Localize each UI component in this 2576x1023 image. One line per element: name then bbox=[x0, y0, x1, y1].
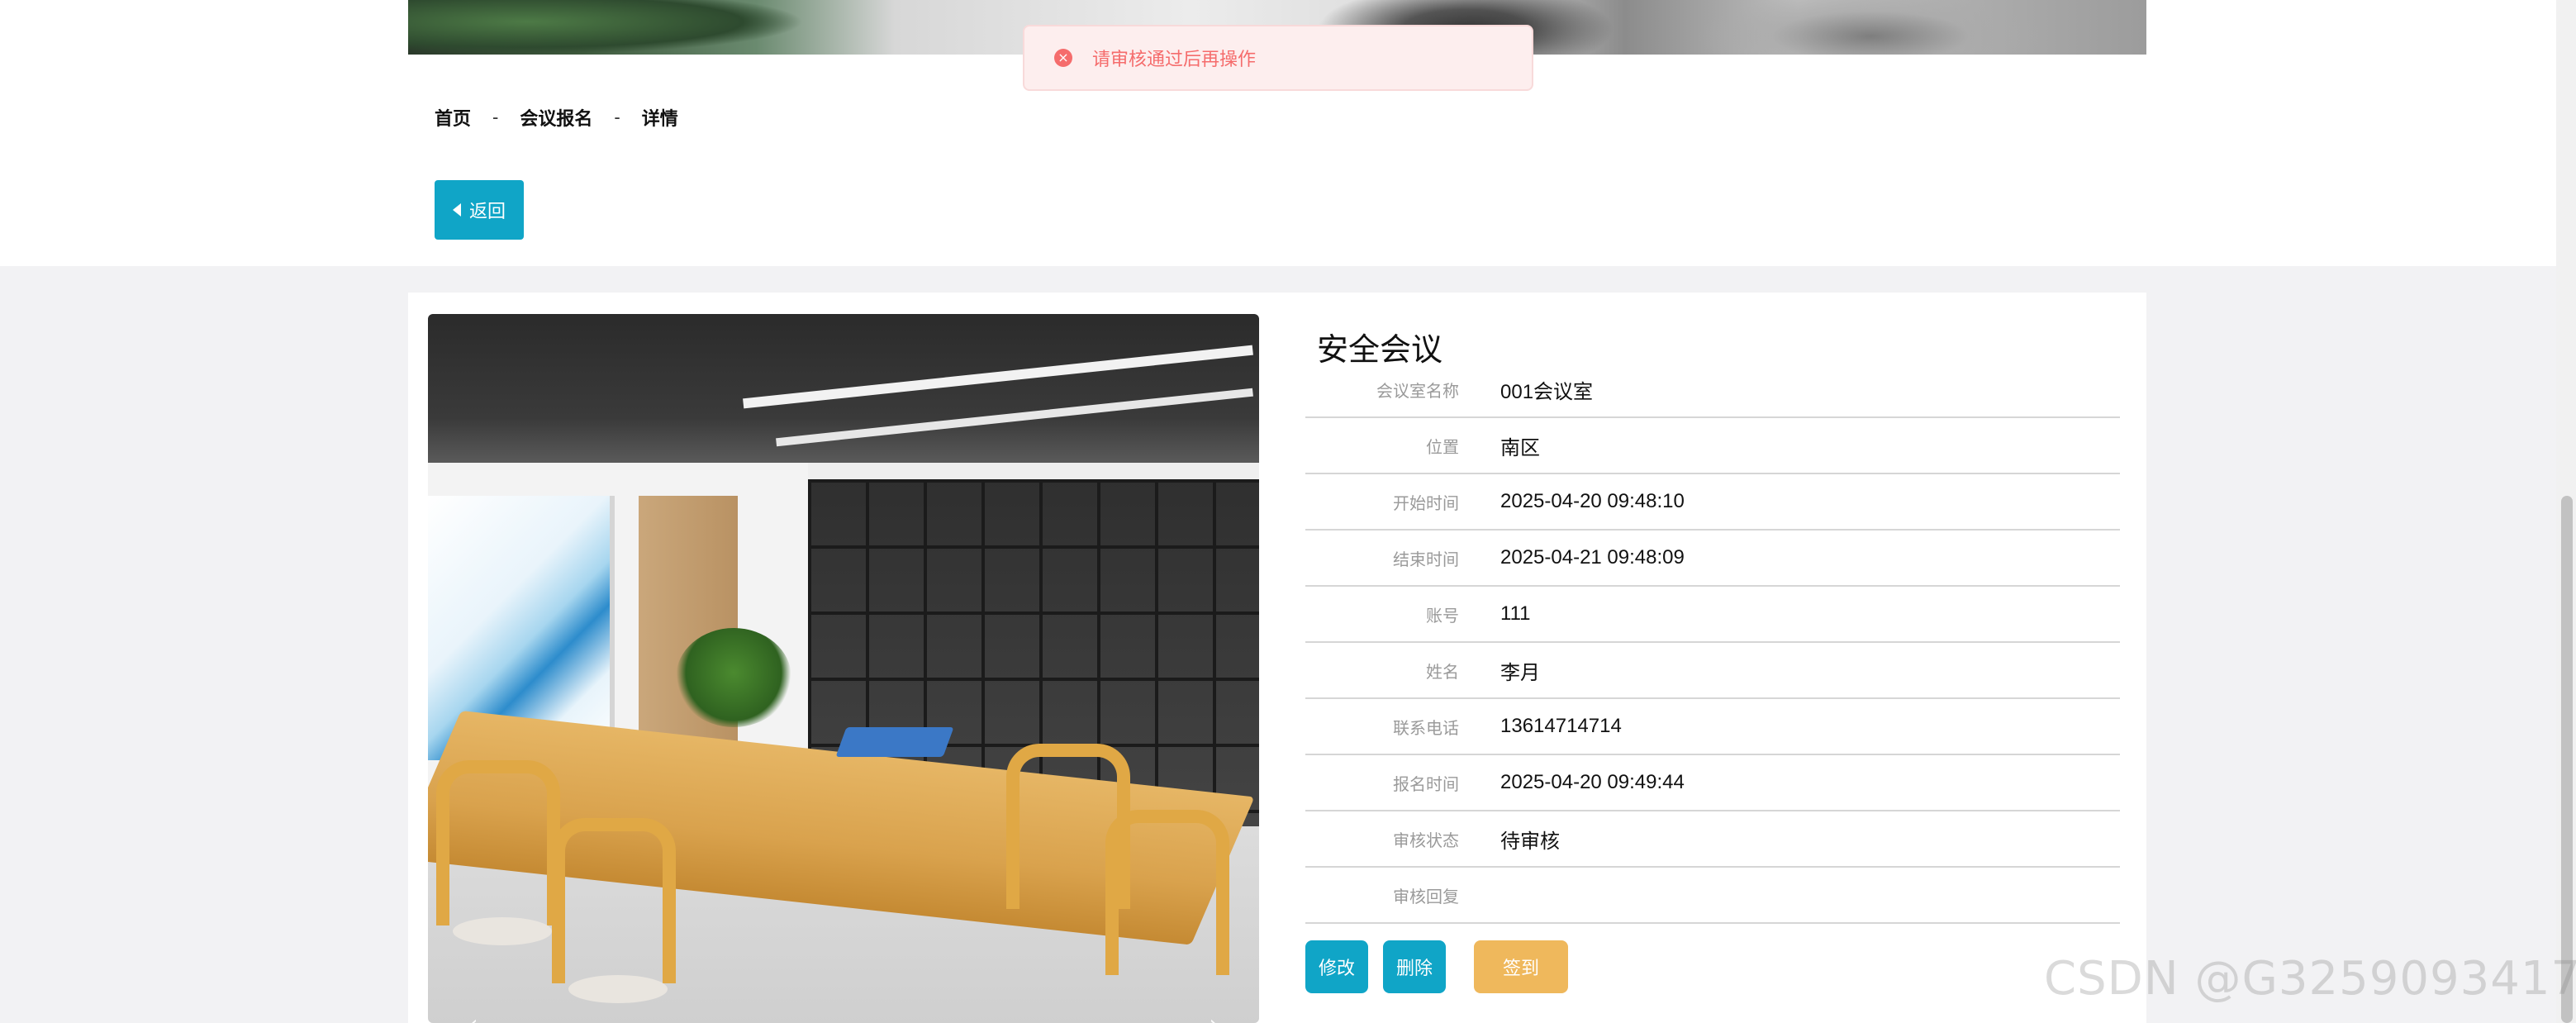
field-row-phone: 联系电话 13614714714 bbox=[1305, 699, 2120, 755]
scrollbar-thumb[interactable] bbox=[2561, 496, 2573, 1023]
breadcrumb-separator: - bbox=[614, 107, 620, 127]
field-row-review-status: 审核状态 待审核 bbox=[1305, 811, 2120, 868]
plant-shape bbox=[676, 628, 791, 727]
watermark: CSDN @G3259093417 bbox=[2044, 952, 2576, 1006]
field-value: 2025-04-20 09:48:10 bbox=[1500, 490, 1685, 512]
back-button-label: 返回 bbox=[468, 201, 506, 221]
seat-cushion-shape bbox=[453, 917, 552, 945]
action-buttons: 修改 删除 签到 bbox=[1305, 940, 1568, 993]
field-value: 2025-04-20 09:49:44 bbox=[1500, 771, 1685, 793]
seat-cushion-shape bbox=[568, 975, 668, 1003]
field-row-name: 姓名 李月 bbox=[1305, 643, 2120, 699]
field-label: 审核回复 bbox=[1393, 887, 1459, 906]
field-label: 位置 bbox=[1426, 438, 1459, 457]
meeting-room-image-carousel[interactable]: ‹ › bbox=[428, 314, 1259, 1023]
detail-fields: 会议室名称 001会议室 位置 南区 开始时间 2025-04-20 09:48… bbox=[1305, 362, 2120, 924]
chair-shape bbox=[552, 818, 676, 983]
breadcrumb-detail: 详情 bbox=[641, 108, 678, 129]
error-circle-icon: × bbox=[1054, 49, 1072, 67]
field-value: 待审核 bbox=[1500, 830, 1560, 853]
field-row-room-name: 会议室名称 001会议室 bbox=[1305, 362, 2120, 418]
breadcrumb-home[interactable]: 首页 bbox=[435, 104, 471, 131]
field-value: 李月 bbox=[1500, 661, 1540, 684]
back-button[interactable]: 返回 bbox=[435, 180, 524, 240]
field-row-location: 位置 南区 bbox=[1305, 418, 2120, 474]
carousel-next-icon[interactable]: › bbox=[1205, 1012, 1223, 1023]
edit-button[interactable]: 修改 bbox=[1305, 940, 1368, 993]
field-row-signup-time: 报名时间 2025-04-20 09:49:44 bbox=[1305, 755, 2120, 811]
caret-left-icon bbox=[452, 203, 461, 216]
chair-shape bbox=[1105, 810, 1229, 975]
field-label: 联系电话 bbox=[1393, 719, 1459, 738]
field-row-account: 账号 111 bbox=[1305, 587, 2120, 643]
field-row-end-time: 结束时间 2025-04-21 09:48:09 bbox=[1305, 531, 2120, 587]
error-toast: × 请审核通过后再操作 bbox=[1023, 25, 1533, 91]
breadcrumb: 首页 - 会议报名 - 详情 bbox=[435, 104, 678, 131]
hero-grey-shape bbox=[1697, 0, 2044, 55]
field-label: 审核状态 bbox=[1393, 831, 1459, 850]
delete-button[interactable]: 删除 bbox=[1383, 940, 1446, 993]
field-row-review-reply: 审核回复 bbox=[1305, 868, 2120, 924]
field-label: 报名时间 bbox=[1393, 775, 1459, 794]
field-value: 111 bbox=[1500, 602, 1531, 625]
breadcrumb-separator: - bbox=[492, 107, 499, 127]
hero-tree-shape bbox=[408, 0, 805, 55]
field-value: 001会议室 bbox=[1500, 380, 1594, 403]
sign-in-button[interactable]: 签到 bbox=[1474, 940, 1568, 993]
breadcrumb-meeting-signup[interactable]: 会议报名 bbox=[520, 104, 592, 131]
field-value: 2025-04-21 09:48:09 bbox=[1500, 546, 1685, 569]
field-row-start-time: 开始时间 2025-04-20 09:48:10 bbox=[1305, 474, 2120, 531]
carousel-prev-icon[interactable]: ‹ bbox=[464, 1012, 482, 1023]
field-label: 会议室名称 bbox=[1376, 382, 1459, 401]
field-value: 13614714714 bbox=[1500, 715, 1622, 737]
field-label: 结束时间 bbox=[1393, 550, 1459, 569]
field-value: 南区 bbox=[1500, 436, 1540, 459]
toast-message: 请审核通过后再操作 bbox=[1092, 49, 1257, 69]
binder-shape bbox=[835, 727, 954, 757]
field-label: 账号 bbox=[1426, 607, 1459, 626]
field-label: 开始时间 bbox=[1393, 494, 1459, 513]
chair-shape bbox=[436, 760, 560, 925]
field-label: 姓名 bbox=[1426, 663, 1459, 682]
